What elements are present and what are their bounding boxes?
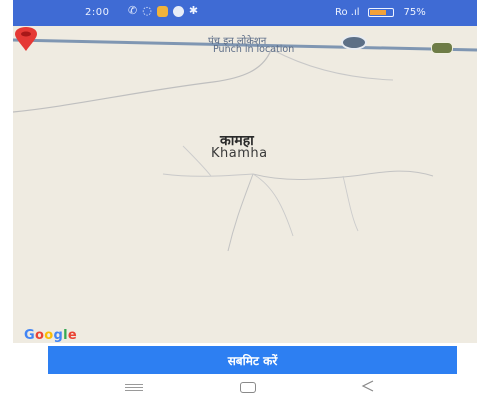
- status-time: 2:00: [85, 7, 110, 18]
- road: [227, 173, 254, 252]
- pin-hole: [21, 31, 31, 37]
- pin-body: [15, 27, 37, 51]
- whatsapp-icon: ◌: [142, 4, 152, 17]
- road: [182, 145, 212, 177]
- status-notification-icons: ✆ ◌ ✱: [128, 4, 198, 17]
- place-name: Khamha: [211, 146, 268, 161]
- battery-icon: [367, 8, 394, 17]
- home-icon[interactable]: [240, 382, 256, 393]
- back-icon[interactable]: [361, 380, 375, 392]
- road: [252, 170, 434, 180]
- navigation-bar: [13, 376, 477, 400]
- current-location-icon[interactable]: [341, 35, 367, 50]
- road: [252, 173, 294, 237]
- route-badge-icon: [431, 42, 453, 54]
- current-location-label-en: Punch in location: [213, 44, 295, 55]
- submit-button[interactable]: सबमिट करें: [48, 346, 457, 374]
- battery-percent: 75%: [403, 7, 426, 18]
- map-view[interactable]: पंच इन लोकेशन Punch in location कामहा Kh…: [13, 26, 477, 343]
- signal-icon: Ro .ıl: [335, 7, 360, 18]
- recent-apps-icon[interactable]: [125, 384, 143, 391]
- road: [342, 175, 359, 232]
- battery-level: [369, 10, 387, 15]
- status-bar: 2:00 ✆ ◌ ✱ Ro .ıl 75%: [13, 0, 477, 26]
- app-icon: [156, 6, 168, 17]
- call-icon: ✆: [128, 4, 138, 17]
- app-icon: [172, 6, 184, 17]
- status-system: Ro .ıl 75%: [335, 7, 426, 18]
- road: [13, 49, 272, 113]
- road: [162, 173, 254, 177]
- settings-icon: ✱: [188, 4, 199, 17]
- map-roads: [13, 38, 477, 252]
- google-logo: Google: [24, 328, 77, 343]
- location-pin-icon[interactable]: [13, 26, 39, 52]
